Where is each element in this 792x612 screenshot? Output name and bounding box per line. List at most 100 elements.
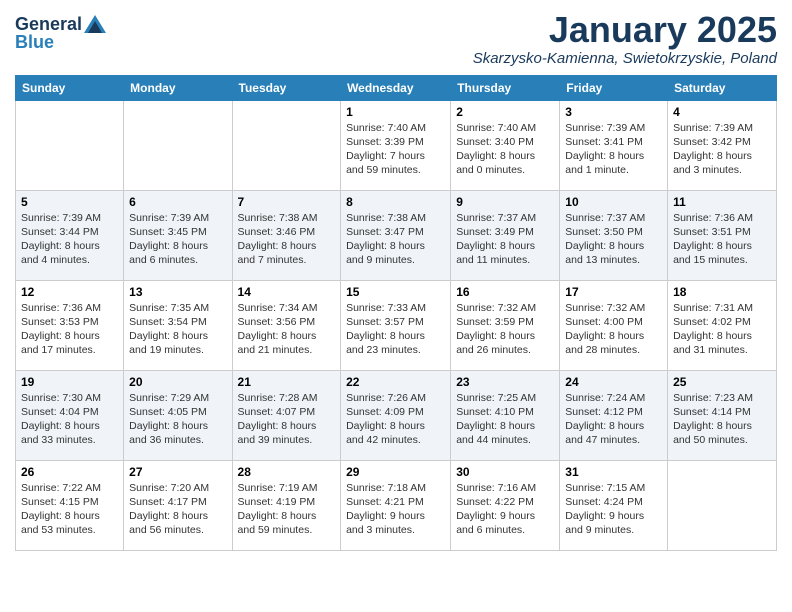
calendar-cell: 19 Sunrise: 7:30 AM Sunset: 4:04 PM Dayli…: [16, 370, 124, 460]
day-number: 30: [456, 465, 554, 479]
calendar-cell: 1 Sunrise: 7:40 AM Sunset: 3:39 PM Daylig…: [341, 100, 451, 190]
calendar-cell: 25Sunrise: 7:23 AM Sunset: 4:14 PM Dayli…: [668, 370, 777, 460]
day-info: Sunrise: 7:19 AM Sunset: 4:19 PM Dayligh…: [238, 481, 336, 538]
calendar-cell: [16, 100, 124, 190]
day-info: Sunrise: 7:31 AM Sunset: 4:02 PM Dayligh…: [673, 301, 771, 358]
day-info: Sunrise: 7:40 AM Sunset: 3:39 PM Dayligh…: [346, 121, 445, 178]
calendar-cell: 4Sunrise: 7:39 AM Sunset: 3:42 PM Daylig…: [668, 100, 777, 190]
calendar-cell: 17Sunrise: 7:32 AM Sunset: 4:00 PM Dayli…: [560, 280, 668, 370]
day-info: Sunrise: 7:39 AM Sunset: 3:42 PM Dayligh…: [673, 121, 771, 178]
day-info: Sunrise: 7:39 AM Sunset: 3:45 PM Dayligh…: [129, 211, 226, 268]
calendar-cell: 30 Sunrise: 7:16 AM Sunset: 4:22 PM Dayli…: [451, 460, 560, 550]
calendar-cell: 9 Sunrise: 7:37 AM Sunset: 3:49 PM Daylig…: [451, 190, 560, 280]
day-info: Sunrise: 7:38 AM Sunset: 3:46 PM Dayligh…: [238, 211, 336, 268]
day-number: 21: [238, 375, 336, 389]
day-number: 19: [21, 375, 118, 389]
calendar-cell: 22Sunrise: 7:26 AM Sunset: 4:09 PM Dayli…: [341, 370, 451, 460]
day-number: 18: [673, 285, 771, 299]
day-number: 10: [565, 195, 662, 209]
calendar-cell: 11 Sunrise: 7:36 AM Sunset: 3:51 PM Dayli…: [668, 190, 777, 280]
day-info: Sunrise: 7:34 AM Sunset: 3:56 PM Dayligh…: [238, 301, 336, 358]
day-info: Sunrise: 7:36 AM Sunset: 3:53 PM Dayligh…: [21, 301, 118, 358]
day-info: Sunrise: 7:15 AM Sunset: 4:24 PM Dayligh…: [565, 481, 662, 538]
logo-general: General: [15, 15, 82, 33]
calendar-cell: 23 Sunrise: 7:25 AM Sunset: 4:10 PM Dayli…: [451, 370, 560, 460]
day-info: Sunrise: 7:40 AM Sunset: 3:40 PM Dayligh…: [456, 121, 554, 178]
day-number: 24: [565, 375, 662, 389]
day-info: Sunrise: 7:28 AM Sunset: 4:07 PM Dayligh…: [238, 391, 336, 448]
day-number: 20: [129, 375, 226, 389]
day-number: 12: [21, 285, 118, 299]
day-number: 9: [456, 195, 554, 209]
day-info: Sunrise: 7:29 AM Sunset: 4:05 PM Dayligh…: [129, 391, 226, 448]
header: General Blue January 2025 Skarzysko-Kami…: [15, 10, 777, 67]
calendar-cell: 18 Sunrise: 7:31 AM Sunset: 4:02 PM Dayli…: [668, 280, 777, 370]
day-number: 15: [346, 285, 445, 299]
calendar-cell: 12 Sunrise: 7:36 AM Sunset: 3:53 PM Dayli…: [16, 280, 124, 370]
day-info: Sunrise: 7:23 AM Sunset: 4:14 PM Dayligh…: [673, 391, 771, 448]
calendar-cell: [124, 100, 232, 190]
day-info: Sunrise: 7:39 AM Sunset: 3:41 PM Dayligh…: [565, 121, 662, 178]
day-number: 26: [21, 465, 118, 479]
day-number: 28: [238, 465, 336, 479]
calendar-cell: 27Sunrise: 7:20 AM Sunset: 4:17 PM Dayli…: [124, 460, 232, 550]
day-info: Sunrise: 7:35 AM Sunset: 3:54 PM Dayligh…: [129, 301, 226, 358]
day-number: 16: [456, 285, 554, 299]
calendar-cell: 20 Sunrise: 7:29 AM Sunset: 4:05 PM Dayli…: [124, 370, 232, 460]
calendar-table: SundayMondayTuesdayWednesdayThursdayFrid…: [15, 75, 777, 551]
day-number: 8: [346, 195, 445, 209]
calendar-cell: 14Sunrise: 7:34 AM Sunset: 3:56 PM Dayli…: [232, 280, 341, 370]
calendar-cell: [232, 100, 341, 190]
day-number: 5: [21, 195, 118, 209]
day-info: Sunrise: 7:37 AM Sunset: 3:50 PM Dayligh…: [565, 211, 662, 268]
day-number: 1: [346, 105, 445, 119]
day-info: Sunrise: 7:20 AM Sunset: 4:17 PM Dayligh…: [129, 481, 226, 538]
logo: General Blue: [15, 15, 106, 53]
calendar-body: 1 Sunrise: 7:40 AM Sunset: 3:39 PM Daylig…: [16, 100, 777, 550]
calendar-cell: 21 Sunrise: 7:28 AM Sunset: 4:07 PM Dayli…: [232, 370, 341, 460]
day-info: Sunrise: 7:16 AM Sunset: 4:22 PM Dayligh…: [456, 481, 554, 538]
day-number: 31: [565, 465, 662, 479]
calendar-cell: 16 Sunrise: 7:32 AM Sunset: 3:59 PM Dayli…: [451, 280, 560, 370]
day-info: Sunrise: 7:24 AM Sunset: 4:12 PM Dayligh…: [565, 391, 662, 448]
calendar-cell: 7 Sunrise: 7:38 AM Sunset: 3:46 PM Daylig…: [232, 190, 341, 280]
calendar-cell: 26 Sunrise: 7:22 AM Sunset: 4:15 PM Dayli…: [16, 460, 124, 550]
day-number: 11: [673, 195, 771, 209]
col-header-thursday: Thursday: [451, 75, 560, 100]
day-info: Sunrise: 7:25 AM Sunset: 4:10 PM Dayligh…: [456, 391, 554, 448]
calendar-subtitle: Skarzysko-Kamienna, Swietokrzyskie, Pola…: [473, 50, 777, 67]
day-number: 2: [456, 105, 554, 119]
calendar-cell: 8Sunrise: 7:38 AM Sunset: 3:47 PM Daylig…: [341, 190, 451, 280]
day-number: 17: [565, 285, 662, 299]
day-info: Sunrise: 7:18 AM Sunset: 4:21 PM Dayligh…: [346, 481, 445, 538]
week-row-2: 5 Sunrise: 7:39 AM Sunset: 3:44 PM Daylig…: [16, 190, 777, 280]
calendar-cell: 24 Sunrise: 7:24 AM Sunset: 4:12 PM Dayli…: [560, 370, 668, 460]
calendar-cell: 5 Sunrise: 7:39 AM Sunset: 3:44 PM Daylig…: [16, 190, 124, 280]
day-number: 29: [346, 465, 445, 479]
column-headers: SundayMondayTuesdayWednesdayThursdayFrid…: [16, 75, 777, 100]
calendar-title: January 2025: [473, 10, 777, 50]
calendar-cell: 2 Sunrise: 7:40 AM Sunset: 3:40 PM Daylig…: [451, 100, 560, 190]
day-info: Sunrise: 7:37 AM Sunset: 3:49 PM Dayligh…: [456, 211, 554, 268]
week-row-4: 19 Sunrise: 7:30 AM Sunset: 4:04 PM Dayli…: [16, 370, 777, 460]
day-number: 23: [456, 375, 554, 389]
day-number: 3: [565, 105, 662, 119]
col-header-wednesday: Wednesday: [341, 75, 451, 100]
day-info: Sunrise: 7:39 AM Sunset: 3:44 PM Dayligh…: [21, 211, 118, 268]
day-info: Sunrise: 7:36 AM Sunset: 3:51 PM Dayligh…: [673, 211, 771, 268]
calendar-cell: 10 Sunrise: 7:37 AM Sunset: 3:50 PM Dayli…: [560, 190, 668, 280]
col-header-saturday: Saturday: [668, 75, 777, 100]
day-info: Sunrise: 7:22 AM Sunset: 4:15 PM Dayligh…: [21, 481, 118, 538]
calendar-cell: 31 Sunrise: 7:15 AM Sunset: 4:24 PM Dayli…: [560, 460, 668, 550]
day-number: 7: [238, 195, 336, 209]
day-number: 22: [346, 375, 445, 389]
calendar-cell: 3 Sunrise: 7:39 AM Sunset: 3:41 PM Daylig…: [560, 100, 668, 190]
col-header-friday: Friday: [560, 75, 668, 100]
week-row-3: 12 Sunrise: 7:36 AM Sunset: 3:53 PM Dayli…: [16, 280, 777, 370]
col-header-sunday: Sunday: [16, 75, 124, 100]
logo-blue: Blue: [15, 32, 54, 52]
calendar-cell: 29 Sunrise: 7:18 AM Sunset: 4:21 PM Dayli…: [341, 460, 451, 550]
day-info: Sunrise: 7:32 AM Sunset: 3:59 PM Dayligh…: [456, 301, 554, 358]
day-info: Sunrise: 7:30 AM Sunset: 4:04 PM Dayligh…: [21, 391, 118, 448]
day-number: 6: [129, 195, 226, 209]
